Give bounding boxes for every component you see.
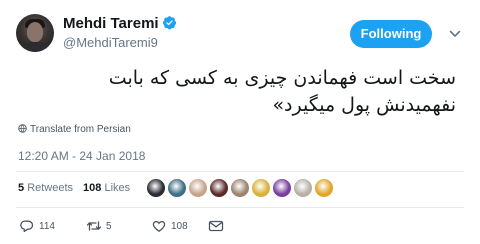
caret-down-icon[interactable]: [448, 27, 462, 41]
author-handle[interactable]: @MehdiTaremi9: [63, 35, 158, 51]
tweet-text-line-2: نفهمیدنش پول میگیرد»: [272, 94, 456, 116]
tweet-timestamp[interactable]: 12:20 AM - 24 Jan 2018: [18, 149, 145, 163]
author-name-row[interactable]: Mehdi Taremi: [63, 15, 177, 33]
liker-avatar[interactable]: [230, 178, 250, 198]
tweet-text: سخت است فهماندن چیزی به کسی که بابت نفهم…: [60, 65, 456, 119]
liker-avatar[interactable]: [188, 178, 208, 198]
retweet-count: 5: [106, 221, 112, 232]
liker-avatar[interactable]: [293, 178, 313, 198]
tweet-stats: 5 Retweets 108 Likes: [18, 182, 130, 195]
liker-avatar[interactable]: [146, 178, 166, 198]
avatar[interactable]: [16, 14, 54, 52]
reply-button[interactable]: 114: [20, 219, 60, 235]
direct-message-button[interactable]: [208, 219, 226, 235]
liker-avatar[interactable]: [167, 178, 187, 198]
translate-label: Translate from Persian: [30, 124, 131, 135]
avatar-face: [27, 22, 43, 42]
reply-count: 114: [39, 221, 55, 232]
retweet-button[interactable]: 5: [86, 219, 126, 235]
tweet-text-line-1: سخت است فهماندن چیزی به کسی که بابت: [108, 67, 456, 89]
liker-avatar[interactable]: [251, 178, 271, 198]
verified-icon: [162, 16, 176, 30]
translate-link[interactable]: Translate from Persian: [18, 124, 131, 136]
message-icon: [208, 220, 224, 232]
tweet-card: Mehdi Taremi @MehdiTaremi9 Following سخت…: [0, 0, 480, 244]
author-display-name[interactable]: Mehdi Taremi: [63, 15, 159, 32]
like-button[interactable]: 108: [152, 219, 196, 235]
following-button[interactable]: Following: [350, 20, 432, 48]
likes-label: Likes: [104, 182, 131, 194]
reply-icon: [20, 220, 34, 233]
globe-icon: [18, 124, 27, 133]
likes-count: 108: [83, 182, 102, 194]
divider-top: [16, 171, 464, 172]
avatar-shirt: [20, 42, 50, 52]
retweets-count: 5: [18, 182, 25, 194]
liker-avatar[interactable]: [314, 178, 334, 198]
divider-bottom: [16, 207, 464, 208]
liker-avatar[interactable]: [272, 178, 292, 198]
retweet-icon: [86, 221, 102, 231]
retweets-stat[interactable]: 5 Retweets: [18, 182, 73, 194]
like-count: 108: [171, 221, 188, 232]
likes-stat[interactable]: 108 Likes: [83, 182, 130, 194]
liker-avatar[interactable]: [209, 178, 229, 198]
like-icon: [152, 220, 166, 232]
retweets-label: Retweets: [27, 182, 74, 194]
